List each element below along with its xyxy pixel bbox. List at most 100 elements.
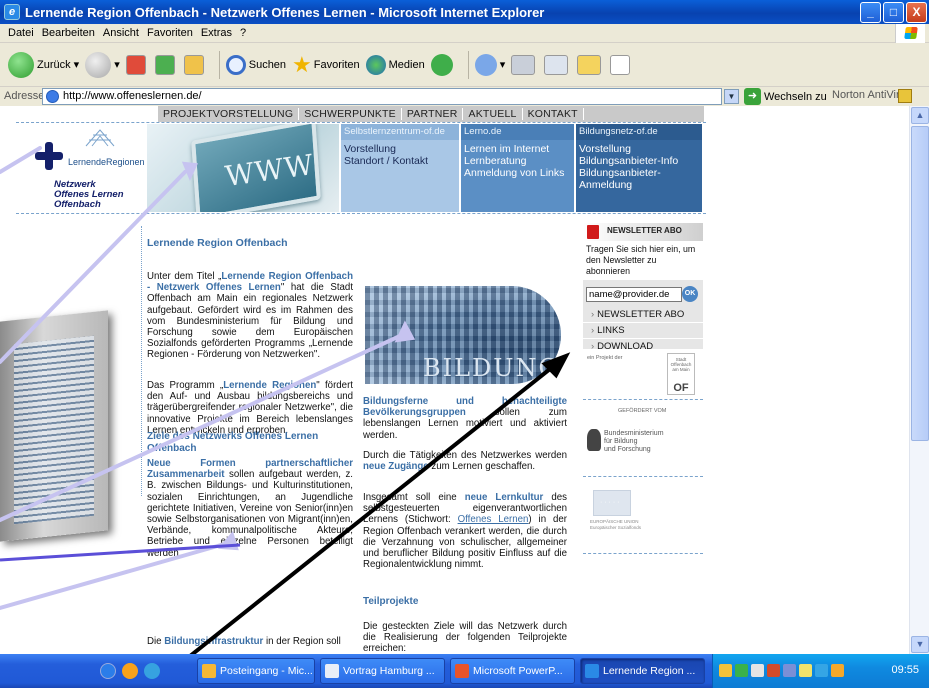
column-link[interactable]: Lernen im Internet bbox=[464, 143, 574, 155]
menu-help[interactable]: ? bbox=[236, 27, 250, 39]
column-link[interactable]: Anmeldung von Links bbox=[464, 167, 574, 179]
task-lernende-region[interactable]: Lernende Region ... bbox=[580, 658, 705, 684]
site-logo[interactable]: LernendeRegionen Netzwerk Offenes Lernen… bbox=[16, 124, 146, 212]
back-button[interactable]: Zurück ▾ bbox=[8, 51, 79, 78]
sidebar-link-newsletter[interactable]: NEWSLETTER ABO bbox=[583, 307, 703, 323]
newsletter-ok-button[interactable]: OK bbox=[682, 286, 698, 302]
infrastructure-link[interactable]: Bildungsinfrastruktur bbox=[164, 636, 263, 647]
access-link[interactable]: neue Zugänge bbox=[363, 461, 429, 472]
folder-button[interactable] bbox=[577, 54, 604, 75]
mail-icon bbox=[474, 53, 497, 76]
stop-button[interactable] bbox=[125, 54, 149, 75]
bildung-image: BILDUNG bbox=[365, 286, 561, 384]
favorites-button[interactable]: ★ Favoriten bbox=[292, 52, 360, 78]
tray-icon[interactable] bbox=[799, 664, 812, 677]
column-link[interactable]: Lernberatung bbox=[464, 155, 574, 167]
page-title: Lernende Region Offenbach bbox=[147, 237, 288, 249]
taskbar: Posteingang - Mic... Vortrag Hamburg ...… bbox=[0, 654, 929, 688]
sidebar-link-links[interactable]: LINKS bbox=[583, 323, 703, 339]
media-label: Medien bbox=[388, 58, 425, 71]
menu-bearbeiten[interactable]: Bearbeiten bbox=[38, 27, 99, 39]
tray-icon[interactable] bbox=[815, 664, 828, 677]
column-link[interactable]: Bildungsanbieter- bbox=[579, 167, 702, 179]
edit-button[interactable] bbox=[544, 54, 571, 75]
window-titlebar[interactable]: e Lernende Region Offenbach - Netzwerk O… bbox=[0, 0, 929, 24]
column-link[interactable]: Standort / Kontakt bbox=[344, 155, 459, 167]
column-heading[interactable]: Selbstlernzentrum-of.de bbox=[341, 124, 459, 140]
search-button[interactable]: Suchen bbox=[225, 54, 287, 75]
menu-ansicht[interactable]: Ansicht bbox=[99, 27, 143, 39]
program-paragraph: Das Programm „Lernende Regionen" fördert… bbox=[147, 380, 353, 436]
task-vortrag[interactable]: Vortrag Hamburg ... bbox=[320, 658, 445, 684]
menu-extras[interactable]: Extras bbox=[197, 27, 236, 39]
taskbar-clock[interactable]: 09:55 bbox=[891, 664, 919, 676]
history-button[interactable] bbox=[430, 53, 456, 76]
refresh-button[interactable] bbox=[154, 54, 178, 75]
folder-icon bbox=[577, 54, 602, 75]
word-icon bbox=[325, 664, 339, 678]
norton-icon[interactable] bbox=[898, 89, 912, 103]
print-button[interactable] bbox=[511, 54, 538, 75]
intro-paragraph: Unter dem Titel „Lernende Region Offenba… bbox=[147, 271, 354, 361]
bmbf-logo[interactable]: Bundesministerium für Bildung und Forschun… bbox=[604, 430, 664, 454]
scroll-down-icon[interactable]: ▼ bbox=[911, 636, 929, 653]
task-powerpoint[interactable]: Microsoft PowerP... bbox=[450, 658, 575, 684]
address-dropdown-icon[interactable]: ▼ bbox=[724, 89, 739, 104]
nav-projektvorstellung[interactable]: PROJEKTVORSTELLUNG bbox=[158, 108, 300, 120]
column-link[interactable]: Anmeldung bbox=[579, 179, 702, 191]
project-of-label: ein Projekt der bbox=[587, 355, 623, 361]
minimize-button[interactable]: _ bbox=[860, 2, 881, 23]
tray-icon[interactable] bbox=[751, 664, 764, 677]
outlook-quicklaunch-icon[interactable] bbox=[122, 663, 138, 679]
scroll-thumb[interactable] bbox=[911, 126, 929, 441]
toolbar: Zurück ▾ ▾ Suchen ★ Favoriten Medien ▾ bbox=[0, 43, 929, 87]
program-link[interactable]: Lernende Regionen bbox=[223, 380, 316, 391]
home-button[interactable] bbox=[183, 54, 207, 75]
task-posteingang[interactable]: Posteingang - Mic... bbox=[197, 658, 315, 684]
search-icon bbox=[225, 54, 246, 75]
offenbach-logo[interactable]: Stadt Offenbach am Main OF bbox=[667, 353, 695, 395]
tray-icon[interactable] bbox=[719, 664, 732, 677]
go-button[interactable]: ➜ Wechseln zu bbox=[744, 88, 827, 105]
search-label: Suchen bbox=[248, 58, 287, 71]
mail-button[interactable]: ▾ bbox=[474, 53, 505, 76]
menu-datei[interactable]: Datei bbox=[4, 27, 38, 39]
site-navigation: PROJEKTVORSTELLUNG SCHWERPUNKTE PARTNER … bbox=[158, 106, 704, 122]
scroll-up-icon[interactable]: ▲ bbox=[911, 107, 929, 124]
globe-grid-icon bbox=[85, 129, 115, 147]
nav-schwerpunkte[interactable]: SCHWERPUNKTE bbox=[299, 108, 402, 120]
vertical-scrollbar[interactable]: ▲ ▼ bbox=[909, 106, 929, 654]
refresh-icon bbox=[154, 54, 175, 75]
column-link[interactable]: Vorstellung bbox=[344, 143, 459, 155]
cooperation-paragraph: Neue Formen partnerschaftlicher Zusammen… bbox=[147, 458, 353, 559]
column-link[interactable]: Bildungsanbieter-Info bbox=[579, 155, 702, 167]
maximize-button[interactable]: □ bbox=[883, 2, 904, 23]
tray-icon[interactable] bbox=[783, 664, 796, 677]
nav-partner[interactable]: PARTNER bbox=[402, 108, 464, 120]
close-button[interactable]: X bbox=[906, 2, 927, 23]
open-learning-link[interactable]: Offenes Lernen bbox=[458, 514, 529, 525]
nav-aktuell[interactable]: AKTUELL bbox=[463, 108, 523, 120]
address-bar: Adresse http://www.offeneslernen.de/ ▼ ➜… bbox=[0, 87, 929, 106]
column-selbstlernzentrum: Selbstlernzentrum-of.de Vorstellung Stan… bbox=[341, 124, 459, 212]
newsletter-text: Tragen Sie sich hier ein, um den Newslet… bbox=[583, 241, 703, 280]
column-heading[interactable]: Bildungsnetz-of.de bbox=[576, 124, 702, 140]
culture-link[interactable]: neue Lernkultur bbox=[465, 492, 544, 503]
tray-icon[interactable] bbox=[767, 664, 780, 677]
messenger-button[interactable] bbox=[610, 54, 633, 75]
history-icon bbox=[430, 53, 453, 76]
newsletter-email-input[interactable]: name@provider.de bbox=[586, 287, 682, 302]
goals-heading: Ziele des Netzwerks Offenes Lernen Offen… bbox=[147, 431, 319, 454]
tray-icon[interactable] bbox=[735, 664, 748, 677]
go-label: Wechseln zu bbox=[764, 90, 827, 103]
column-heading[interactable]: Lerno.de bbox=[461, 124, 574, 140]
ie-quicklaunch-icon[interactable] bbox=[100, 663, 116, 679]
tray-icon[interactable] bbox=[831, 664, 844, 677]
desktop-quicklaunch-icon[interactable] bbox=[144, 663, 160, 679]
address-input[interactable]: http://www.offeneslernen.de/ bbox=[42, 88, 722, 105]
menu-favoriten[interactable]: Favoriten bbox=[143, 27, 197, 39]
media-button[interactable]: Medien bbox=[365, 54, 425, 75]
column-link[interactable]: Vorstellung bbox=[579, 143, 702, 155]
nav-kontakt[interactable]: KONTAKT bbox=[523, 108, 584, 120]
forward-button[interactable]: ▾ bbox=[85, 51, 120, 78]
